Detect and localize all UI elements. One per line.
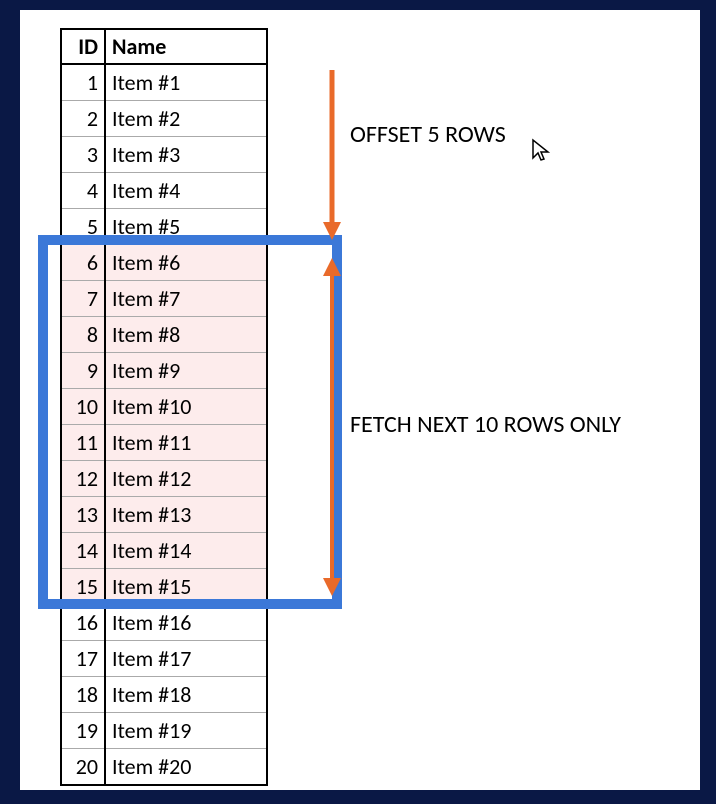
table-row: 3Item #3 <box>61 137 267 173</box>
cell-id: 11 <box>61 425 105 461</box>
table-row: 1Item #1 <box>61 64 267 101</box>
cell-name: Item #3 <box>105 137 267 173</box>
offset-label: OFFSET 5 ROWS <box>350 120 506 149</box>
table-row: 4Item #4 <box>61 173 267 209</box>
table-row: 5Item #5 <box>61 209 267 245</box>
cell-id: 18 <box>61 677 105 713</box>
cell-name: Item #9 <box>105 353 267 389</box>
table-row: 15Item #15 <box>61 569 267 605</box>
table-row: 2Item #2 <box>61 101 267 137</box>
cell-name: Item #6 <box>105 245 267 281</box>
table-row: 10Item #10 <box>61 389 267 425</box>
cell-name: Item #2 <box>105 101 267 137</box>
cell-id: 19 <box>61 713 105 749</box>
cell-name: Item #18 <box>105 677 267 713</box>
table-row: 20Item #20 <box>61 749 267 786</box>
mouse-cursor-icon <box>530 138 552 164</box>
cell-name: Item #17 <box>105 641 267 677</box>
cell-id: 7 <box>61 281 105 317</box>
table-row: 16Item #16 <box>61 605 267 641</box>
diagram-canvas: ID Name 1Item #12Item #23Item #34Item #4… <box>20 10 700 790</box>
arrow-fetch-icon <box>320 258 344 596</box>
cell-name: Item #7 <box>105 281 267 317</box>
table-row: 11Item #11 <box>61 425 267 461</box>
cell-id: 8 <box>61 317 105 353</box>
cell-id: 17 <box>61 641 105 677</box>
cell-name: Item #5 <box>105 209 267 245</box>
table-row: 13Item #13 <box>61 497 267 533</box>
table-row: 6Item #6 <box>61 245 267 281</box>
cell-name: Item #1 <box>105 64 267 101</box>
cell-id: 12 <box>61 461 105 497</box>
cell-name: Item #14 <box>105 533 267 569</box>
arrow-offset-icon <box>320 70 344 240</box>
cell-id: 5 <box>61 209 105 245</box>
cell-id: 13 <box>61 497 105 533</box>
fetch-label: FETCH NEXT 10 ROWS ONLY <box>350 410 621 439</box>
cell-id: 3 <box>61 137 105 173</box>
cell-id: 9 <box>61 353 105 389</box>
cell-id: 4 <box>61 173 105 209</box>
table-row: 14Item #14 <box>61 533 267 569</box>
cell-id: 15 <box>61 569 105 605</box>
cell-name: Item #13 <box>105 497 267 533</box>
cell-name: Item #4 <box>105 173 267 209</box>
cell-id: 20 <box>61 749 105 786</box>
items-table: ID Name 1Item #12Item #23Item #34Item #4… <box>60 28 268 786</box>
cell-name: Item #15 <box>105 569 267 605</box>
cell-id: 14 <box>61 533 105 569</box>
header-id: ID <box>61 29 105 64</box>
table-row: 12Item #12 <box>61 461 267 497</box>
cell-name: Item #12 <box>105 461 267 497</box>
cell-id: 6 <box>61 245 105 281</box>
table-row: 17Item #17 <box>61 641 267 677</box>
cell-name: Item #20 <box>105 749 267 786</box>
table-row: 8Item #8 <box>61 317 267 353</box>
table-row: 7Item #7 <box>61 281 267 317</box>
cell-id: 1 <box>61 64 105 101</box>
table-row: 18Item #18 <box>61 677 267 713</box>
cell-name: Item #10 <box>105 389 267 425</box>
cell-name: Item #16 <box>105 605 267 641</box>
cell-name: Item #8 <box>105 317 267 353</box>
cell-id: 10 <box>61 389 105 425</box>
cell-name: Item #11 <box>105 425 267 461</box>
table-row: 19Item #19 <box>61 713 267 749</box>
cell-id: 2 <box>61 101 105 137</box>
table-row: 9Item #9 <box>61 353 267 389</box>
header-name: Name <box>105 29 267 64</box>
cell-name: Item #19 <box>105 713 267 749</box>
cell-id: 16 <box>61 605 105 641</box>
